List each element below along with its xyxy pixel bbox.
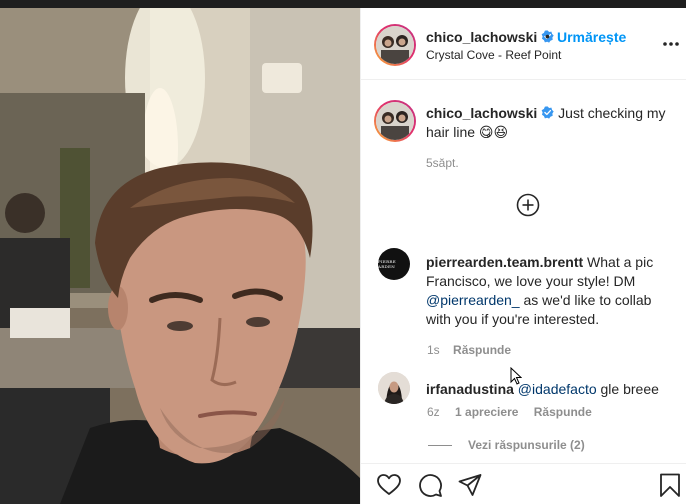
share-icon[interactable] xyxy=(457,472,483,498)
view-replies-label: Vezi răspunsurile (2) xyxy=(468,438,585,452)
top-strip xyxy=(0,0,686,8)
commenter-avatar[interactable] xyxy=(378,372,410,404)
comment-meta: 1s Răspunde xyxy=(427,343,511,357)
commenter-avatar-logo: PIERRE ARDEN xyxy=(378,259,396,269)
header-separator: • xyxy=(545,28,550,44)
bookmark-icon[interactable] xyxy=(657,472,683,498)
comment-username[interactable]: irfanadustina xyxy=(426,381,514,397)
comment-body-end: gle breee xyxy=(596,381,659,397)
comment-meta: 6z 1 apreciere Răspunde xyxy=(427,405,592,419)
replies-divider xyxy=(428,445,452,447)
more-horizontal-icon[interactable] xyxy=(661,35,681,53)
action-bar xyxy=(361,463,686,504)
author-avatar[interactable] xyxy=(374,24,416,66)
comment-icon[interactable] xyxy=(417,472,443,498)
post-details-panel: chico_lachowski • Urmărește Crystal Cove… xyxy=(360,8,686,504)
follow-button[interactable]: Urmărește xyxy=(557,29,626,45)
caption-avatar[interactable] xyxy=(374,100,416,142)
comment-username[interactable]: pierrearden.team.brentt xyxy=(426,254,583,270)
caption-username[interactable]: chico_lachowski xyxy=(426,105,537,121)
comment-mention[interactable]: @idadefacto xyxy=(518,381,597,397)
post-location[interactable]: Crystal Cove - Reef Point xyxy=(426,48,561,62)
heart-icon[interactable] xyxy=(376,472,402,498)
commenter-avatar[interactable]: PIERRE ARDEN xyxy=(378,248,410,280)
post-photo[interactable] xyxy=(0,8,360,504)
verified-badge-icon xyxy=(541,106,554,119)
reply-button[interactable]: Răspunde xyxy=(453,343,511,357)
comment-timestamp[interactable]: 1s xyxy=(427,343,440,357)
caption-text: chico_lachowski Just checking my hair li… xyxy=(426,104,666,142)
author-username[interactable]: chico_lachowski xyxy=(426,29,554,45)
reply-button[interactable]: Răspunde xyxy=(534,405,592,419)
comment-timestamp[interactable]: 6z xyxy=(427,405,440,419)
post-photo-image xyxy=(0,8,360,504)
comment-text: irfanadustina @idadefacto gle breee xyxy=(426,380,674,399)
plus-circle-icon[interactable] xyxy=(516,193,540,217)
comment-mention[interactable]: @pierrearden_ xyxy=(426,292,520,308)
caption-timestamp[interactable]: 5săpt. xyxy=(426,156,459,170)
likes-count[interactable]: 1 apreciere xyxy=(455,405,518,419)
comment-text: pierrearden.team.brentt What a pic Franc… xyxy=(426,253,674,329)
view-replies-button[interactable]: Vezi răspunsurile (2) xyxy=(428,438,585,452)
post-header: chico_lachowski • Urmărește Crystal Cove… xyxy=(361,8,686,80)
